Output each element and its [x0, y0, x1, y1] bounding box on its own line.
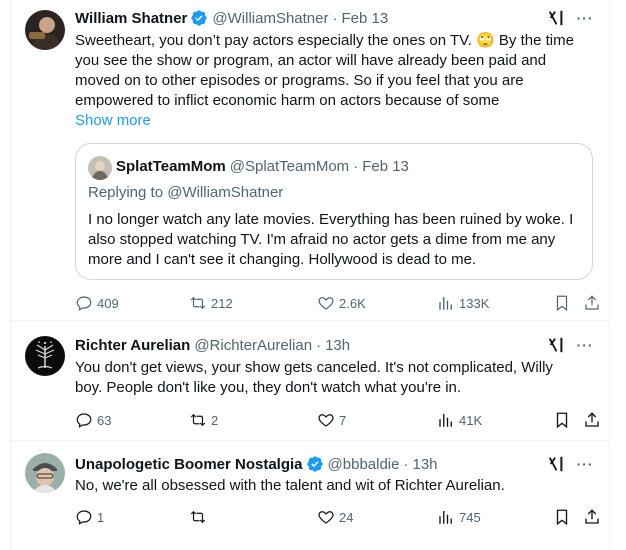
tweet-time[interactable]: Feb 13 — [341, 10, 388, 27]
reply-icon — [76, 296, 92, 311]
bookmark-button[interactable] — [553, 411, 571, 429]
like-button[interactable]: 24 — [317, 508, 353, 526]
avatar[interactable] — [25, 336, 65, 376]
tweet-text: No, we're all obsessed with the talent a… — [75, 477, 505, 494]
action-bar: 63 2 7 41K — [75, 411, 602, 431]
bookmark-button[interactable] — [553, 508, 571, 526]
more-options-icon[interactable]: ··· — [575, 335, 595, 355]
author-handle[interactable]: @WilliamShatner — [212, 10, 328, 27]
quote-header: SplatTeamMom @SplatTeamMom · Feb 13 — [116, 158, 409, 175]
bookmark-button[interactable] — [553, 294, 571, 312]
reply-count: 409 — [97, 295, 119, 311]
show-more-link[interactable]: Show more — [75, 112, 151, 129]
author-name[interactable]: William Shatner — [75, 10, 187, 27]
tweet-richter[interactable]: Richter Aurelian @RichterAurelian · 13h … — [10, 321, 610, 441]
views-count: 133K — [459, 295, 490, 311]
action-bar: 1 24 745 — [75, 508, 602, 528]
reply-button[interactable]: 1 — [75, 508, 104, 526]
verified-badge-icon — [191, 10, 208, 26]
grok-icon[interactable] — [547, 336, 565, 354]
bookmark-icon — [556, 509, 568, 526]
quote-time[interactable]: Feb 13 — [362, 158, 409, 175]
tweet-bbbaldie[interactable]: Unapologetic Boomer Nostalgia @bbbaldie … — [10, 441, 610, 550]
views-button[interactable]: 133K — [437, 294, 489, 312]
retweet-icon — [190, 296, 206, 310]
views-button[interactable]: 41K — [437, 411, 482, 429]
quote-avatar[interactable] — [88, 156, 112, 180]
share-icon — [585, 412, 599, 427]
like-button[interactable]: 2.6K — [317, 294, 366, 312]
retweet-button[interactable]: 2 — [189, 411, 218, 429]
tweet-header: William Shatner @WilliamShatner · Feb 13… — [75, 8, 595, 28]
heart-icon — [318, 511, 334, 524]
bookmark-icon — [556, 295, 568, 311]
like-button[interactable]: 7 — [317, 411, 346, 429]
share-button[interactable] — [583, 411, 601, 429]
views-icon — [439, 511, 452, 524]
reply-count: 1 — [97, 509, 105, 525]
like-count: 2.6K — [339, 295, 366, 311]
tweet-time[interactable]: 13h — [412, 456, 437, 473]
heart-icon — [318, 297, 334, 310]
retweet-button[interactable] — [189, 508, 211, 526]
tweet-header: Richter Aurelian @RichterAurelian · 13h … — [75, 335, 595, 355]
views-icon — [439, 297, 452, 310]
more-options-icon[interactable]: ··· — [575, 454, 595, 474]
quoted-tweet[interactable]: SplatTeamMom @SplatTeamMom · Feb 13 Repl… — [75, 143, 593, 280]
avatar[interactable] — [25, 453, 65, 493]
more-options-icon[interactable]: ··· — [575, 8, 595, 28]
share-button[interactable] — [583, 294, 601, 312]
tweet-text: Sweetheart, you don’t pay actors especia… — [75, 32, 574, 109]
avatar[interactable] — [25, 10, 65, 50]
tweet-shatner[interactable]: William Shatner @WilliamShatner · Feb 13… — [10, 0, 610, 320]
views-count: 41K — [459, 412, 483, 428]
tweet-time[interactable]: 13h — [325, 337, 350, 354]
tweet-header: Unapologetic Boomer Nostalgia @bbbaldie … — [75, 454, 595, 474]
bookmark-icon — [556, 412, 568, 429]
author-handle[interactable]: @RichterAurelian — [194, 337, 312, 354]
verified-badge-icon — [306, 456, 323, 472]
author-handle[interactable]: @bbbaldie — [328, 456, 400, 473]
like-count: 7 — [339, 412, 347, 428]
tweet-text: You don't get views, your show gets canc… — [75, 359, 553, 396]
action-bar: 409 212 2.6K 133K — [75, 294, 602, 314]
reply-icon — [76, 510, 92, 525]
retweet-count: 212 — [211, 295, 233, 311]
heart-icon — [318, 414, 334, 427]
share-icon — [585, 295, 599, 310]
reply-button[interactable]: 63 — [75, 411, 111, 429]
quote-text: I no longer watch any late movies. Every… — [88, 211, 574, 268]
grok-icon[interactable] — [547, 9, 565, 27]
share-icon — [585, 509, 599, 524]
views-count: 745 — [459, 509, 481, 525]
retweet-count: 2 — [211, 412, 219, 428]
views-button[interactable]: 745 — [437, 508, 481, 526]
reply-icon — [76, 413, 92, 428]
like-count: 24 — [339, 509, 354, 525]
replying-to: Replying to @WilliamShatner — [88, 184, 284, 201]
quote-author-handle[interactable]: @SplatTeamMom — [230, 158, 349, 175]
author-name[interactable]: Unapologetic Boomer Nostalgia — [75, 456, 303, 473]
views-icon — [439, 414, 452, 427]
retweet-button[interactable]: 212 — [189, 294, 233, 312]
reply-button[interactable]: 409 — [75, 294, 119, 312]
share-button[interactable] — [583, 508, 601, 526]
retweet-icon — [190, 413, 206, 427]
grok-icon[interactable] — [547, 455, 565, 473]
retweet-icon — [190, 510, 206, 524]
quote-author-name[interactable]: SplatTeamMom — [116, 158, 226, 175]
author-name[interactable]: Richter Aurelian — [75, 337, 190, 354]
reply-count: 63 — [97, 412, 112, 428]
